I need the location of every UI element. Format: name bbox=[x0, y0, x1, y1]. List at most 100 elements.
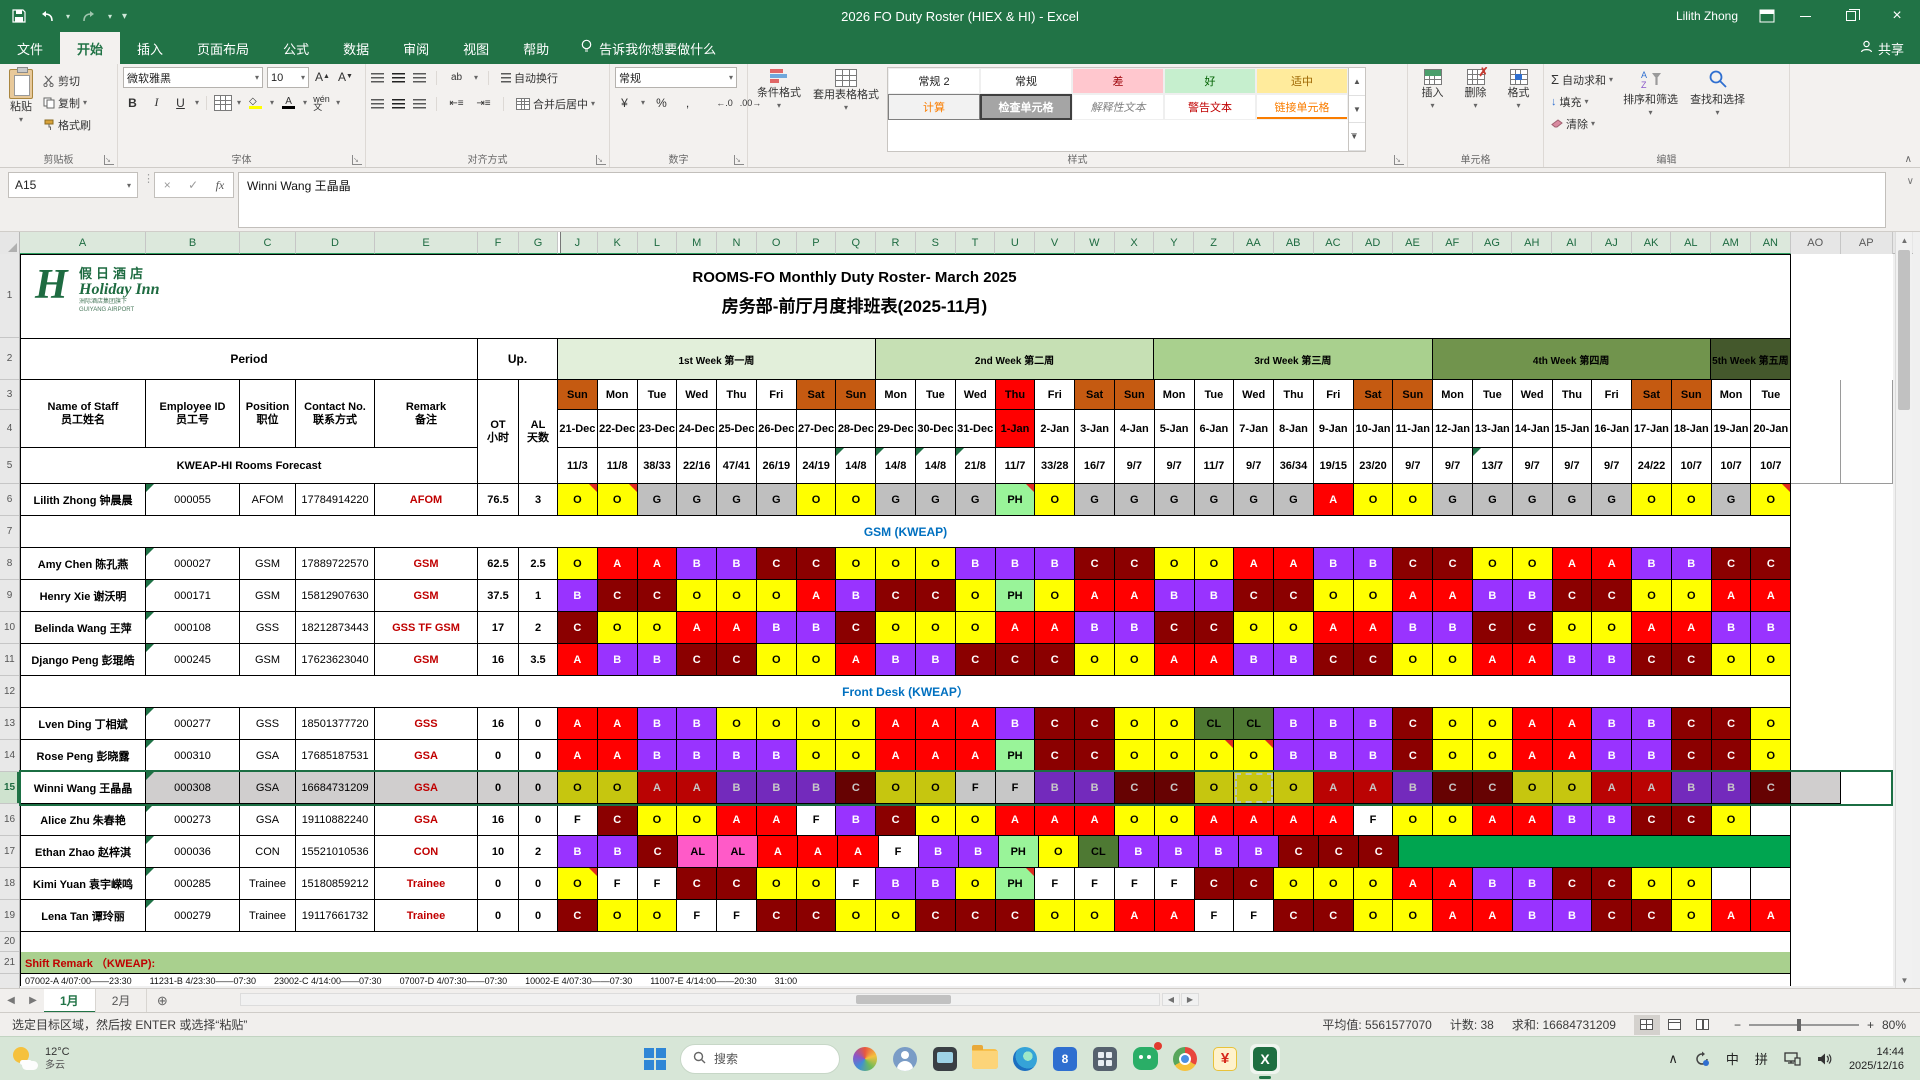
section-label[interactable]: GSM (KWEAP) bbox=[20, 516, 1791, 548]
shift-cell-9-Jan[interactable]: O bbox=[1313, 868, 1354, 900]
shift-cell-15-Jan[interactable]: B bbox=[1552, 644, 1593, 676]
shift-cell-19-Jan[interactable]: O bbox=[1711, 804, 1752, 836]
formula-input[interactable]: Winni Wang 王晶晶 bbox=[238, 172, 1886, 228]
shift-cell-13-Jan[interactable]: O bbox=[1472, 548, 1513, 580]
tab-home[interactable]: 开始 bbox=[60, 32, 121, 64]
column-header-S[interactable]: S bbox=[915, 232, 956, 254]
shift-cell-25-Dec[interactable]: B bbox=[717, 772, 757, 804]
shift-cell-26-Dec[interactable]: B bbox=[756, 740, 797, 772]
staff-al[interactable]: 3 bbox=[519, 484, 558, 516]
shift-cell-12-Jan[interactable]: C bbox=[1433, 548, 1473, 580]
shift-cell-29-Dec[interactable]: O bbox=[876, 772, 917, 804]
column-header-K[interactable]: K bbox=[597, 232, 638, 254]
column-header-AP[interactable]: AP bbox=[1840, 232, 1893, 254]
shift-cell-7-Jan[interactable]: C bbox=[1234, 868, 1275, 900]
shift-cell-3-Jan[interactable]: B bbox=[1075, 612, 1115, 644]
shift-cell-30-Dec[interactable]: O bbox=[916, 548, 956, 580]
staff-contact[interactable]: 15812907630 bbox=[296, 580, 375, 612]
shift-cell-23-Dec[interactable]: B bbox=[637, 708, 678, 740]
horizontal-scroll-thumb[interactable] bbox=[856, 995, 951, 1004]
undo-icon[interactable] bbox=[38, 8, 56, 24]
shift-cell-6-Jan[interactable]: O bbox=[1194, 548, 1235, 580]
shift-cell-10-Jan[interactable]: O bbox=[1353, 900, 1394, 932]
up-header-cell[interactable]: Up. bbox=[478, 338, 558, 380]
align-center-icon[interactable] bbox=[392, 98, 405, 109]
shift-cell-22-Dec[interactable]: C bbox=[597, 580, 638, 612]
shift-cell-6-Jan[interactable]: CL bbox=[1194, 708, 1235, 740]
phonetic-guide-icon[interactable]: wén 文 bbox=[312, 93, 331, 112]
shift-cell-28-Dec[interactable]: A bbox=[838, 836, 879, 868]
date-17-Jan[interactable]: 17-Jan bbox=[1632, 410, 1672, 448]
date-14-Jan[interactable]: 14-Jan bbox=[1512, 410, 1553, 448]
week-band-1[interactable]: 1st Week 第一周 bbox=[558, 339, 876, 380]
date-31-Dec[interactable]: 31-Dec bbox=[955, 410, 996, 448]
column-header-AH[interactable]: AH bbox=[1512, 232, 1553, 254]
staff-ot[interactable]: 16 bbox=[478, 708, 519, 740]
day-name-17-Jan[interactable]: Sat bbox=[1632, 380, 1672, 410]
shift-cell-10-Jan[interactable]: C bbox=[1359, 836, 1400, 868]
row-header-13[interactable]: 13 bbox=[0, 708, 19, 740]
header-position[interactable]: Position 职位 bbox=[240, 380, 296, 448]
increase-decimal-icon[interactable]: ←.0 bbox=[715, 93, 734, 112]
shift-cell-1-Jan[interactable]: PH bbox=[998, 836, 1039, 868]
style-explanatory[interactable]: 解释性文本 bbox=[1072, 94, 1164, 120]
tab-view[interactable]: 视图 bbox=[446, 32, 506, 64]
forecast-13-Jan[interactable]: 13/7 bbox=[1472, 448, 1513, 484]
shift-cell-22-Dec[interactable]: A bbox=[597, 548, 638, 580]
forecast-27-Dec[interactable]: 24/19 bbox=[796, 448, 837, 484]
shift-cell-11-Jan[interactable]: A bbox=[1393, 868, 1434, 900]
shift-cell-21-Dec[interactable]: B bbox=[558, 580, 598, 612]
vertical-scrollbar[interactable]: ▲ ▼ bbox=[1895, 232, 1912, 988]
shift-cell-4-Jan[interactable]: G bbox=[1114, 484, 1155, 516]
header-employee-id[interactable]: Employee ID 员工号 bbox=[146, 380, 240, 448]
shift-cell-7-Jan[interactable]: A bbox=[1234, 548, 1275, 580]
shift-cell-15-Jan[interactable]: A bbox=[1552, 740, 1593, 772]
forecast-21-Dec[interactable]: 11/3 bbox=[558, 448, 598, 484]
style-calculation[interactable]: 计算 bbox=[888, 94, 980, 120]
staff-al[interactable]: 0 bbox=[519, 772, 558, 804]
day-name-23-Dec[interactable]: Tue bbox=[637, 380, 678, 410]
font-size-combo[interactable]: 10 ▾ bbox=[267, 67, 309, 88]
shift-cell-9-Jan[interactable]: C bbox=[1313, 644, 1354, 676]
shift-cell-8-Jan[interactable]: G bbox=[1274, 484, 1314, 516]
shift-cell-31-Dec[interactable]: B bbox=[958, 836, 999, 868]
shift-cell-7-Jan[interactable]: O bbox=[1234, 740, 1275, 772]
shift-cell-25-Dec[interactable]: C bbox=[717, 868, 757, 900]
style-linked-cell[interactable]: 链接单元格 bbox=[1256, 94, 1348, 120]
header-al[interactable]: AL 天数 bbox=[519, 380, 558, 484]
shift-cell-19-Jan[interactable]: B bbox=[1711, 772, 1752, 804]
column-header-O[interactable]: O bbox=[756, 232, 797, 254]
fill-color-icon[interactable]: ◇ bbox=[246, 93, 265, 112]
day-name-18-Jan[interactable]: Sun bbox=[1671, 380, 1712, 410]
day-name-13-Jan[interactable]: Tue bbox=[1472, 380, 1513, 410]
shift-cell-10-Jan[interactable]: A bbox=[1353, 612, 1394, 644]
shift-cell-30-Dec[interactable]: O bbox=[916, 804, 956, 836]
shift-cell-27-Dec[interactable]: C bbox=[796, 548, 837, 580]
date-2-Jan[interactable]: 2-Jan bbox=[1035, 410, 1076, 448]
column-header-D[interactable]: D bbox=[296, 232, 375, 254]
shift-cell-27-Dec[interactable]: B bbox=[796, 612, 837, 644]
shift-cell-2-Jan[interactable]: B bbox=[1035, 548, 1076, 580]
shift-cell-1-Jan[interactable]: B bbox=[995, 708, 1036, 740]
shift-cell-7-Jan[interactable]: CL bbox=[1234, 708, 1275, 740]
shift-cell-23-Dec[interactable]: O bbox=[637, 804, 678, 836]
staff-position[interactable]: GSS bbox=[240, 708, 296, 740]
shift-cell-17-Jan[interactable]: A bbox=[1632, 772, 1672, 804]
staff-remark[interactable]: Trainee bbox=[375, 868, 478, 900]
shift-cell-18-Jan[interactable]: C bbox=[1671, 804, 1712, 836]
date-6-Jan[interactable]: 6-Jan bbox=[1194, 410, 1235, 448]
sort-filter-button[interactable]: AZ 排序和筛选 ▾ bbox=[1619, 67, 1682, 152]
italic-button[interactable]: I bbox=[147, 93, 166, 112]
shift-cell-28-Dec[interactable]: A bbox=[836, 644, 877, 676]
column-header-C[interactable]: C bbox=[240, 232, 296, 254]
date-5-Jan[interactable]: 5-Jan bbox=[1154, 410, 1195, 448]
sheet-nav-right-icon[interactable]: ▶ bbox=[22, 995, 44, 1006]
shift-cell-28-Dec[interactable]: B bbox=[836, 804, 877, 836]
style-normal2[interactable]: 常规 2 bbox=[888, 68, 980, 94]
start-button[interactable] bbox=[640, 1044, 670, 1074]
shift-cell-6-Jan[interactable]: G bbox=[1194, 484, 1235, 516]
row-header-15[interactable]: 15 bbox=[0, 772, 19, 804]
shift-cell-22-Dec[interactable]: O bbox=[597, 900, 638, 932]
staff-id[interactable]: 000055 bbox=[146, 484, 240, 516]
staff-position[interactable]: GSM bbox=[240, 548, 296, 580]
